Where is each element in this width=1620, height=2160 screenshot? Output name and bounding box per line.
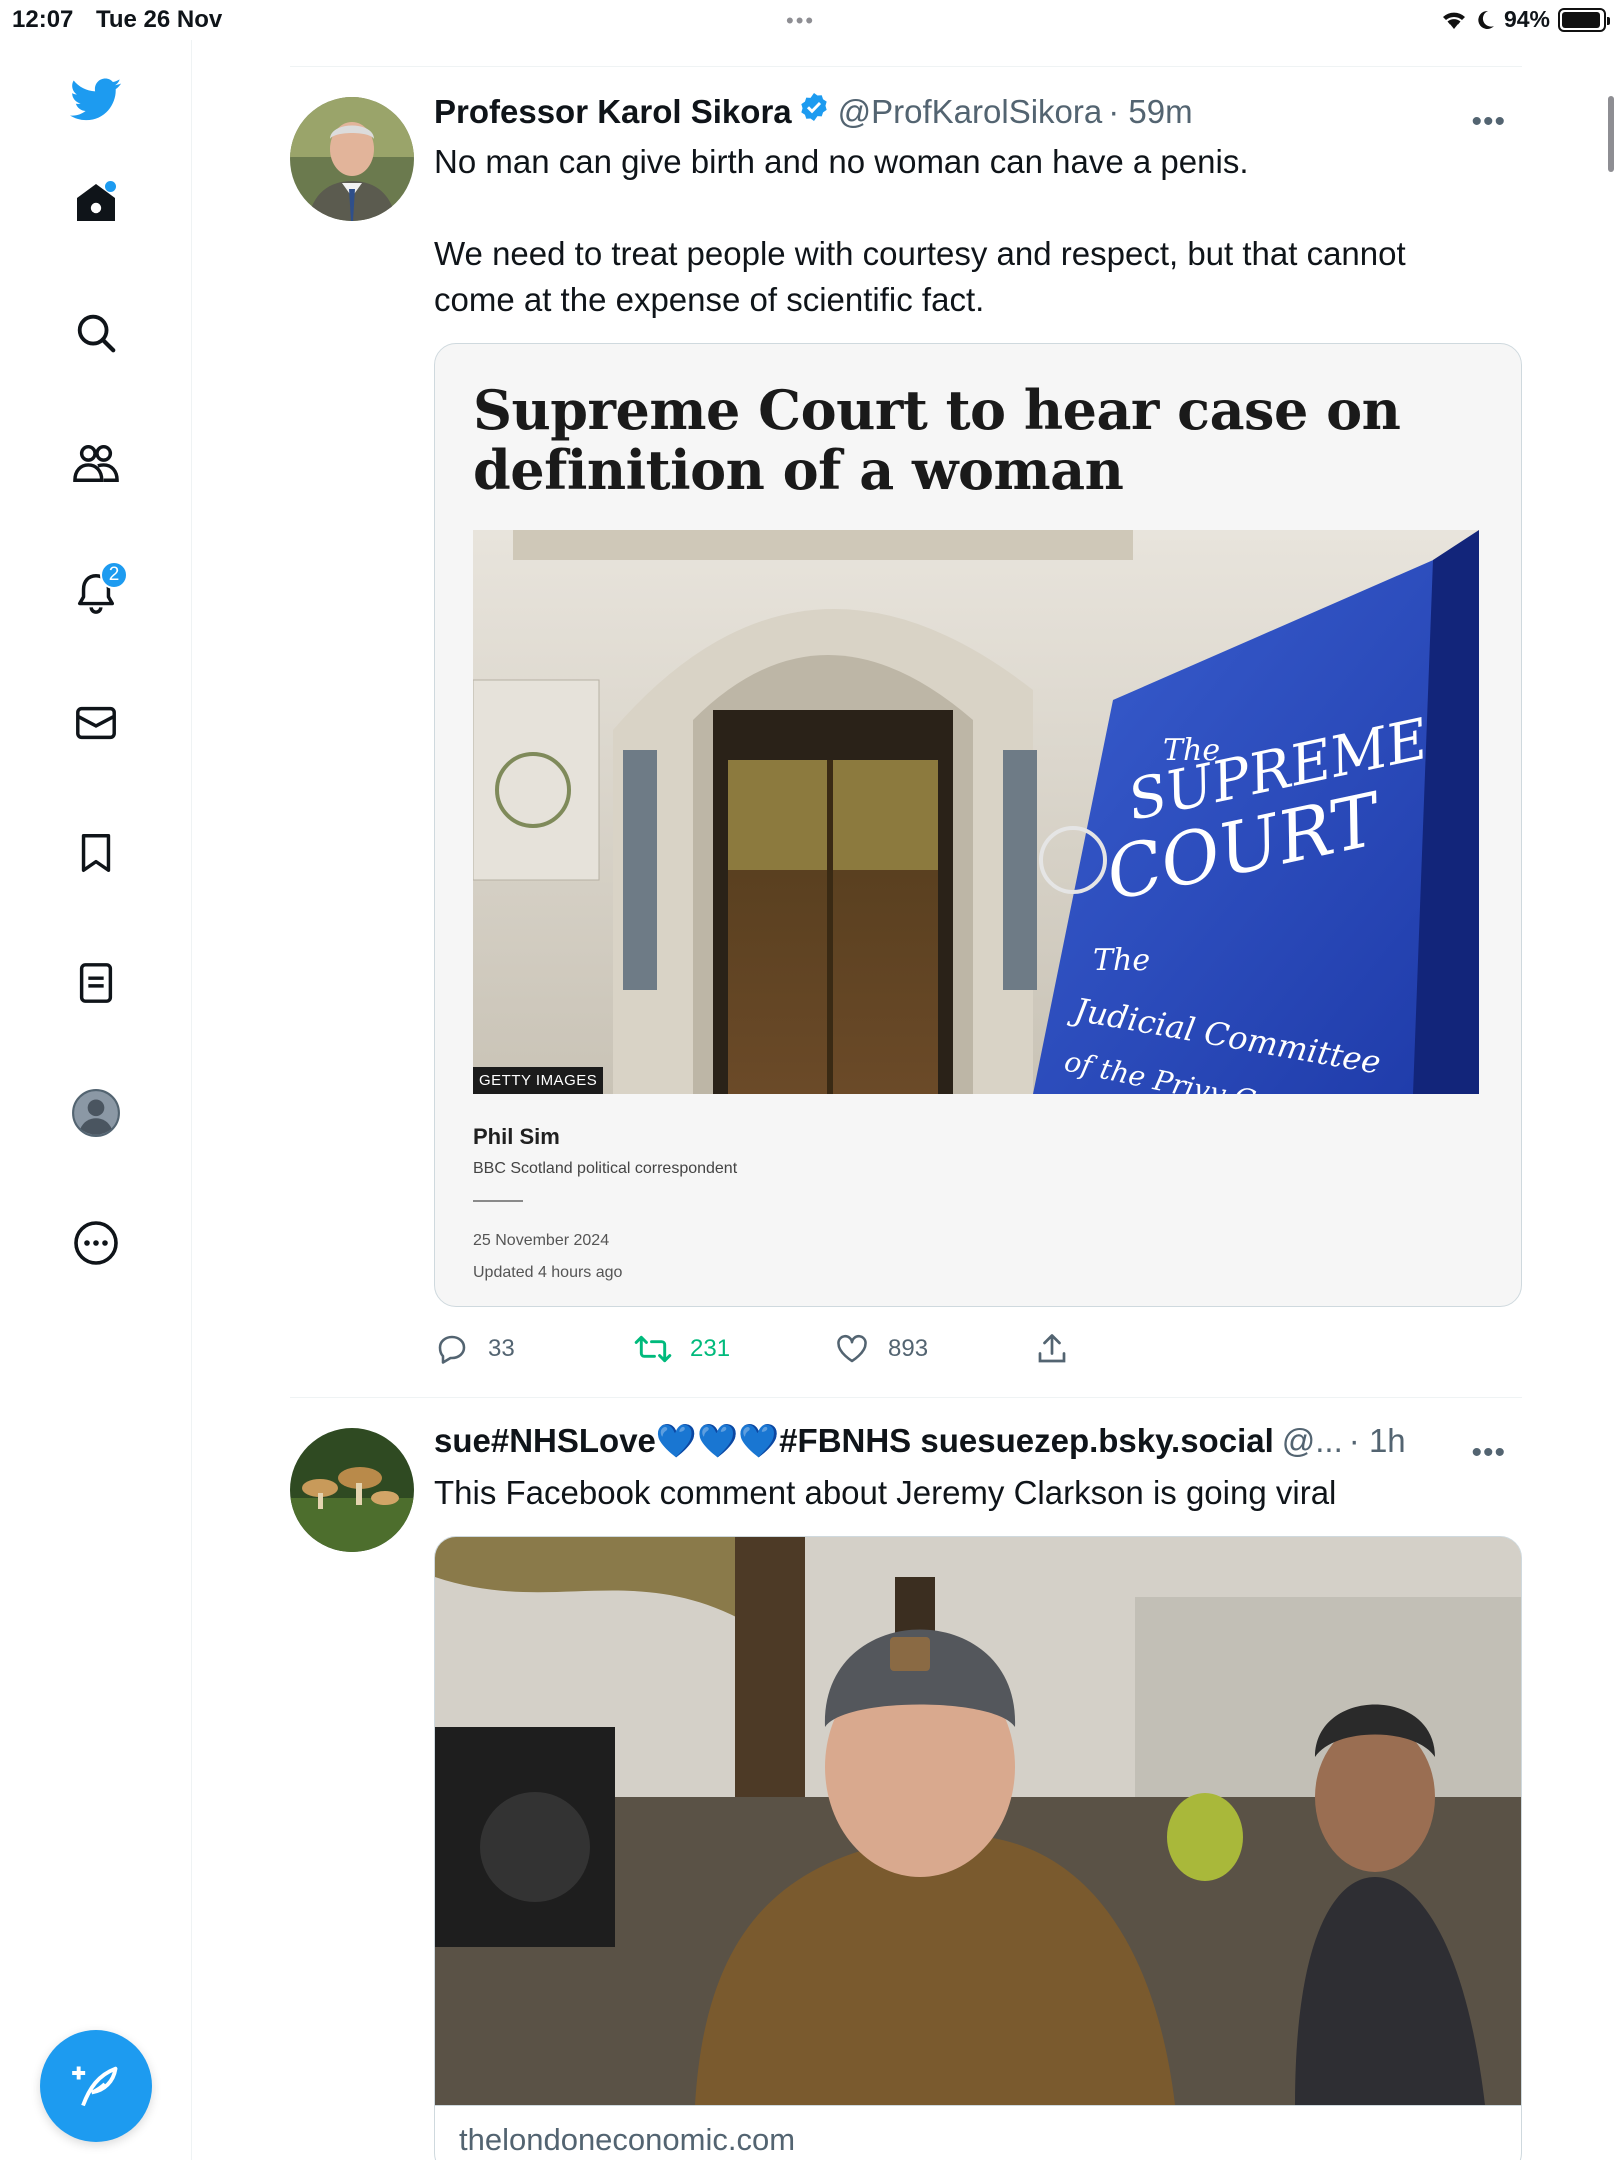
divider xyxy=(473,1200,523,1202)
messages-icon xyxy=(76,706,116,740)
search-icon xyxy=(77,314,116,353)
profile-icon xyxy=(72,1089,120,1137)
article-date: 25 November 2024 xyxy=(473,1232,610,1249)
status-bar: 12:07 Tue 26 Nov ••• 94% xyxy=(0,0,1620,40)
notifications-badge: 2 xyxy=(100,561,128,589)
sidebar-item-messages[interactable] xyxy=(66,693,126,753)
avatar[interactable] xyxy=(290,97,414,221)
tweet[interactable]: Professor Karol Sikora @ProfKarolSikora … xyxy=(290,66,1522,1397)
tweet-header: Professor Karol Sikora @ProfKarolSikora … xyxy=(434,91,1522,139)
author-handle[interactable]: @ProfKarolSikora xyxy=(838,93,1103,131)
tweet-header: sue#NHSLove💙💙💙#FBNHS suesuezep.bsky.soci… xyxy=(434,1422,1522,1470)
verified-badge-icon xyxy=(800,93,827,121)
twitter-logo-icon[interactable] xyxy=(66,70,126,130)
tweet[interactable]: sue#NHSLove💙💙💙#FBNHS suesuezep.bsky.soci… xyxy=(290,1397,1522,2160)
battery-fill xyxy=(1562,11,1600,28)
sidebar-item-search[interactable] xyxy=(66,303,126,363)
compose-tweet-button[interactable] xyxy=(40,2030,152,2142)
sidebar-item-home[interactable] xyxy=(66,173,126,233)
card-headline: Supreme Court to hear case on definition… xyxy=(473,378,1401,502)
battery-icon xyxy=(1558,7,1610,32)
sidebar-item-bookmarks[interactable] xyxy=(66,823,126,883)
like-button[interactable]: 893 xyxy=(834,1331,1034,1367)
status-time: 12:07 xyxy=(12,6,74,33)
reply-icon xyxy=(438,1335,466,1364)
link-card[interactable]: Supreme Court to hear case on definition… xyxy=(434,343,1522,1307)
scrollbar[interactable] xyxy=(1608,96,1614,172)
reply-count: 33 xyxy=(488,1335,515,1362)
card-photo: The SUPREME COURT The Judicial Committee… xyxy=(473,530,1483,1094)
author-name[interactable]: sue#NHSLove💙💙💙#FBNHS suesuezep.bsky.soci… xyxy=(434,1422,1274,1461)
reply-button[interactable]: 33 xyxy=(434,1331,634,1367)
wifi-icon xyxy=(1442,12,1465,29)
tweet-more-icon[interactable]: ••• xyxy=(1471,105,1506,139)
heart-icon xyxy=(837,1334,867,1363)
sign-the-2: The xyxy=(1093,943,1150,978)
card-domain: thelondoneconomic.com xyxy=(435,2105,1521,2160)
battery-percent: 94% xyxy=(1503,6,1550,32)
share-button[interactable] xyxy=(1034,1331,1234,1367)
sidebar-nav: 2 xyxy=(0,40,192,2160)
retweet-count: 231 xyxy=(690,1335,731,1362)
multitasking-dots-icon[interactable]: ••• xyxy=(786,8,815,34)
retweet-button[interactable]: 231 xyxy=(634,1331,834,1367)
sidebar-item-profile[interactable] xyxy=(66,1083,126,1143)
tweet-text: This Facebook comment about Jeremy Clark… xyxy=(434,1474,1337,1511)
tweet-time[interactable]: · 59m xyxy=(1108,93,1192,131)
card-byline: Phil Sim BBC Scotland political correspo… xyxy=(435,1094,1521,1306)
author-name[interactable]: Professor Karol Sikora xyxy=(434,93,792,131)
supreme-court-photo: The SUPREME COURT The Judicial Committee… xyxy=(473,530,1479,1094)
like-count: 893 xyxy=(888,1335,929,1362)
sidebar-item-more[interactable] xyxy=(66,1213,126,1273)
retweet-icon xyxy=(634,1335,672,1363)
share-icon xyxy=(1038,1334,1066,1363)
link-card[interactable]: thelondoneconomic.com xyxy=(434,1536,1522,2160)
home-unread-dot xyxy=(105,181,116,192)
article-author: Phil Sim xyxy=(473,1124,560,1149)
tweet-more-icon[interactable]: ••• xyxy=(1471,1436,1506,1470)
moon-icon xyxy=(1478,10,1494,29)
bookmarks-icon xyxy=(81,834,111,872)
sidebar-item-lists[interactable] xyxy=(66,953,126,1013)
timeline: Professor Karol Sikora @ProfKarolSikora … xyxy=(290,66,1522,2160)
author-handle[interactable]: @... xyxy=(1282,1422,1343,1460)
status-date: Tue 26 Nov xyxy=(96,6,223,33)
article-author-role: BBC Scotland political correspondent xyxy=(473,1160,738,1177)
lists-icon xyxy=(79,963,113,1003)
sidebar-item-communities[interactable] xyxy=(66,433,126,493)
tweet-actions: 33 231 893 xyxy=(434,1325,1522,1373)
communities-icon xyxy=(73,444,119,482)
more-icon xyxy=(74,1221,118,1265)
card-photo xyxy=(435,1537,1521,2105)
tweet-text: No man can give birth and no woman can h… xyxy=(434,143,1406,318)
article-updated: Updated 4 hours ago xyxy=(473,1264,623,1281)
compose-feather-icon xyxy=(72,2066,118,2107)
clarkson-photo xyxy=(435,1537,1521,2105)
status-indicators: 94% xyxy=(1440,6,1610,33)
sidebar-item-notifications[interactable]: 2 xyxy=(66,561,128,623)
tweet-time[interactable]: · 1h xyxy=(1349,1422,1406,1460)
avatar[interactable] xyxy=(290,1428,414,1552)
photo-credit: GETTY IMAGES xyxy=(473,1067,604,1094)
